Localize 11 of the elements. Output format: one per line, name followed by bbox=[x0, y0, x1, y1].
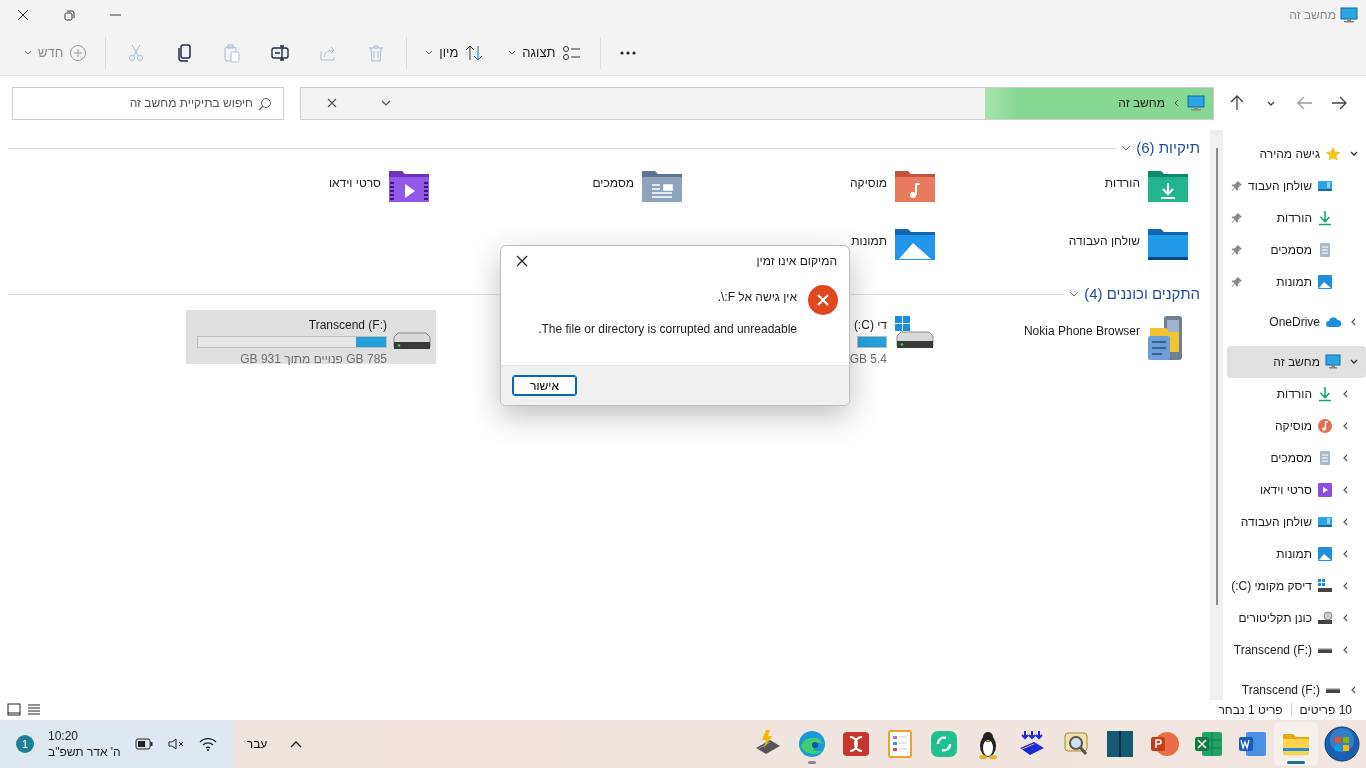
dialog-title: המיקום אינו זמין bbox=[756, 253, 837, 270]
dialog-message: אין גישה אל F:\. bbox=[716, 289, 797, 306]
free-space-text: 5.4 GB bbox=[849, 351, 887, 368]
selection-count: פריט 1 נבחר bbox=[1218, 702, 1283, 719]
drive-label: די (C:) bbox=[853, 317, 887, 334]
window-title: מחשב זה bbox=[1289, 7, 1336, 24]
item-count: 10 פריטים bbox=[1299, 702, 1352, 719]
clock-time: 10:20 bbox=[48, 728, 80, 744]
dialog-message: The file or directory is corrupted and unreadable. bbox=[538, 321, 797, 338]
clock-date: ה' אדר תשפ"ב bbox=[48, 744, 121, 760]
drive-label: Transcend (F:) bbox=[308, 317, 387, 334]
